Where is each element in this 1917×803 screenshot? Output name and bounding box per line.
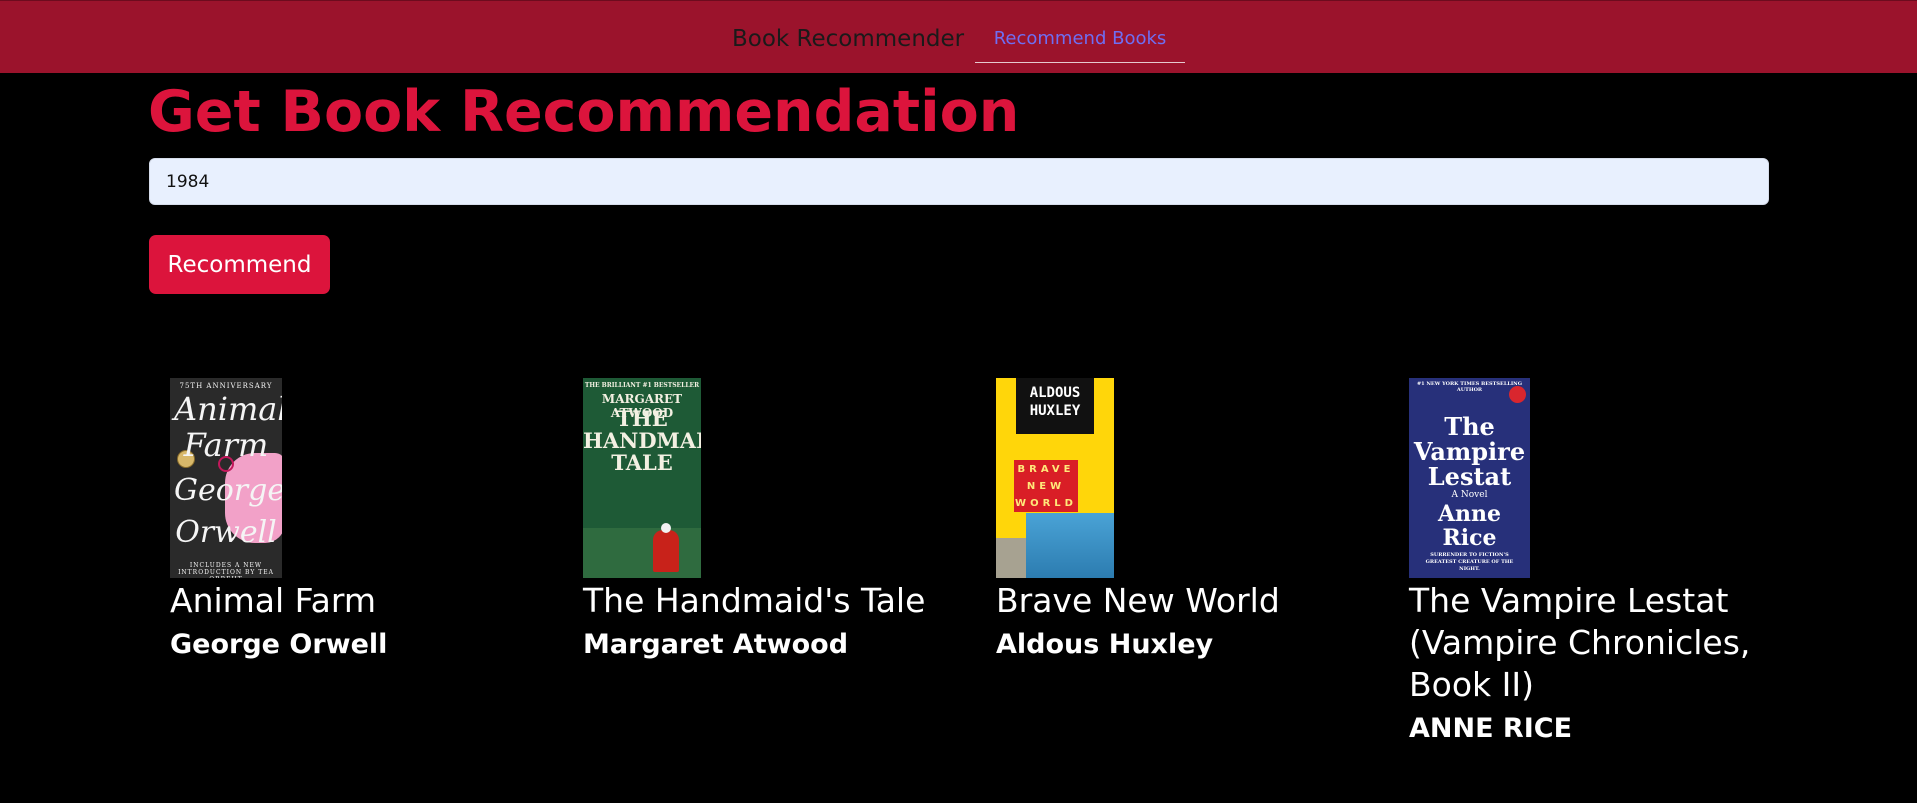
- book-cover-image: #1 NEW YORK TIMES BESTSELLING AUTHOR The…: [1409, 378, 1530, 578]
- sky-illustration: [1026, 513, 1114, 578]
- book-card: THE BRILLIANT #1 BESTSELLER MARGARET ATW…: [583, 378, 983, 662]
- book-card: #1 NEW YORK TIMES BESTSELLING AUTHOR The…: [1409, 378, 1829, 746]
- book-author: Margaret Atwood: [583, 629, 849, 660]
- bonnet-shape: [661, 523, 671, 533]
- book-title: The Vampire Lestat (Vampire Chronicles, …: [1409, 581, 1751, 704]
- book-author: George Orwell: [170, 629, 388, 660]
- recommend-button[interactable]: Recommend: [149, 235, 330, 294]
- wall-illustration: [583, 528, 701, 578]
- book-cover-image: THE BRILLIANT #1 BESTSELLER MARGARET ATW…: [583, 378, 701, 578]
- book-card: 75TH ANNIVERSARY Animal Farm George Orwe…: [170, 378, 570, 662]
- navbar: Book Recommender Recommend Books: [0, 0, 1917, 73]
- book-cover-image: 75TH ANNIVERSARY Animal Farm George Orwe…: [170, 378, 282, 578]
- book-search-input[interactable]: [149, 158, 1769, 205]
- cover-title-block: BRAVE NEW WORLD: [1014, 460, 1078, 512]
- book-title: Animal Farm: [170, 581, 376, 620]
- book-author: ANNE RICE: [1409, 713, 1573, 744]
- book-author: Aldous Huxley: [996, 629, 1214, 660]
- gray-block: [996, 538, 1026, 578]
- book-cover-image: ALDOUS HUXLEY BRAVE NEW WORLD: [996, 378, 1114, 578]
- nav-link-recommend-books[interactable]: Recommend Books: [975, 1, 1185, 63]
- handmaid-figure: [653, 530, 679, 572]
- book-card: ALDOUS HUXLEY BRAVE NEW WORLD Brave New …: [996, 378, 1396, 662]
- book-title: Brave New World: [996, 581, 1280, 620]
- book-title: The Handmaid's Tale: [583, 581, 926, 620]
- page-title: Get Book Recommendation: [148, 79, 1020, 145]
- brand-title[interactable]: Book Recommender: [732, 26, 964, 52]
- cover-author-block: ALDOUS HUXLEY: [1016, 378, 1094, 434]
